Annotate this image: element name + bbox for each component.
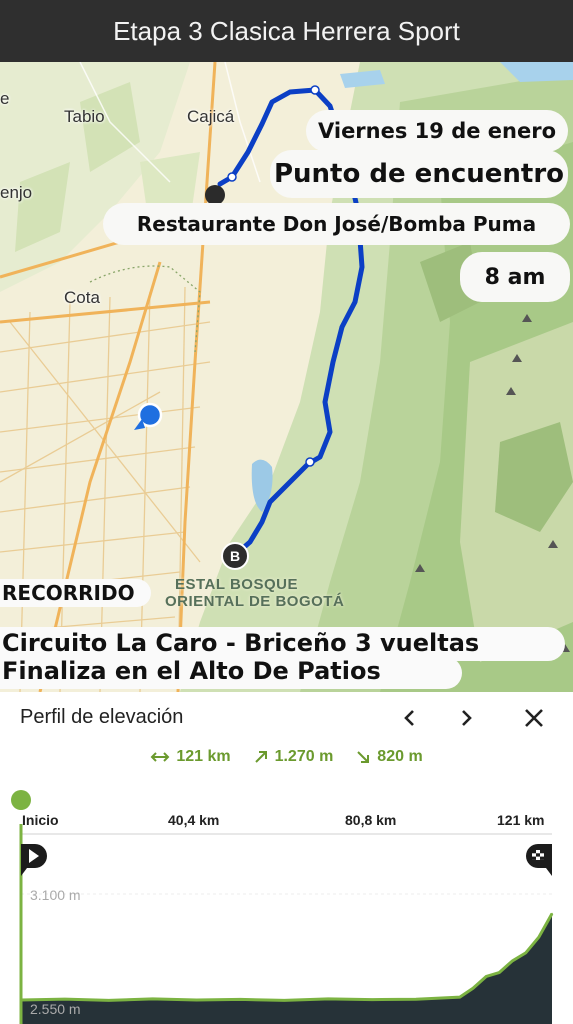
ascent-value: 1.270 m xyxy=(274,748,334,765)
elevation-point xyxy=(524,952,527,954)
elevation-point xyxy=(371,998,373,1001)
chevron-right-icon xyxy=(462,710,472,726)
route-end-label: B xyxy=(229,548,241,564)
meeting-title: Punto de encuentro xyxy=(273,159,565,189)
ascent-icon xyxy=(254,751,267,763)
meeting-title-pill: Punto de encuentro xyxy=(270,150,568,198)
descent-value: 820 m xyxy=(377,748,423,765)
map-label-tabio: Tabio xyxy=(64,107,105,126)
elevation-panel: Perfil de elevación 121 km 1.270 m 820 m… xyxy=(0,692,573,1024)
elevation-line xyxy=(20,912,554,1002)
elevation-point xyxy=(459,996,461,998)
elevation-point xyxy=(327,998,330,1000)
y-axis-top-label: 3.100 m xyxy=(30,887,81,903)
close-button[interactable] xyxy=(516,700,552,736)
top-bar: Etapa 3 Clasica Herrera Sport xyxy=(0,0,573,62)
next-button[interactable] xyxy=(448,700,484,736)
forest-label-line-2: ORIENTAL DE BOGOTÁ xyxy=(165,593,345,610)
forest-label-line-1: ESTAL BOSQUE xyxy=(175,576,298,593)
descent-icon xyxy=(357,751,370,763)
map-label-forest: ESTAL BOSQUE ORIENTAL DE BOGOTÁ xyxy=(165,576,344,610)
elevation-area xyxy=(21,913,552,1024)
route-description-1: Circuito La Caro - Briceño 3 vueltas xyxy=(2,629,480,657)
finish-flag-icon xyxy=(526,844,552,876)
map-label-subachoque: enjo xyxy=(0,183,33,202)
route-caption-line-2: Finaliza en el Alto De Patios xyxy=(0,657,462,689)
meeting-place-pill: Restaurante Don José/Bomba Puma xyxy=(103,203,570,245)
event-date: Viernes 19 de enero xyxy=(317,119,557,143)
meeting-time: 8 am xyxy=(484,264,546,290)
route-caption-line-1: Circuito La Caro - Briceño 3 vueltas xyxy=(0,627,565,661)
elevation-stats: 121 km 1.270 m 820 m xyxy=(0,748,573,766)
page-title: Etapa 3 Clasica Herrera Sport xyxy=(113,15,460,46)
previous-button[interactable] xyxy=(392,700,428,736)
time-pill: 8 am xyxy=(460,252,570,302)
elevation-point xyxy=(239,998,242,1001)
route-tag-label: RECORRIDO xyxy=(2,581,135,605)
meeting-place: Restaurante Don José/Bomba Puma xyxy=(136,212,537,236)
map-view[interactable]: e Tabio Cajicá enjo Cota B ESTAL BOSQUE … xyxy=(0,62,573,692)
distance-value: 121 km xyxy=(176,748,231,765)
elevation-point xyxy=(108,999,110,1002)
elevation-point xyxy=(538,936,540,938)
distance-icon xyxy=(150,752,170,762)
close-icon xyxy=(525,709,543,727)
elevation-point xyxy=(64,998,66,1000)
route-end-marker[interactable]: B xyxy=(221,542,249,570)
elevation-point xyxy=(485,975,488,978)
descent-stat: 820 m xyxy=(355,748,423,766)
elevation-point xyxy=(151,998,154,1000)
elevation-point xyxy=(195,999,198,1001)
chevron-left-icon xyxy=(404,710,414,726)
route-description-2: Finaliza en el Alto De Patios xyxy=(2,657,381,685)
elevation-point xyxy=(415,998,417,1001)
route-tag: RECORRIDO xyxy=(0,579,151,607)
elevation-chart[interactable] xyxy=(0,824,573,1024)
map-label-cota: Cota xyxy=(64,288,100,307)
position-slider-handle[interactable] xyxy=(11,790,31,810)
ascent-stat: 1.270 m xyxy=(253,748,334,766)
event-date-pill: Viernes 19 de enero xyxy=(306,110,568,152)
y-axis-bottom-label: 2.550 m xyxy=(30,1001,81,1017)
elevation-point xyxy=(551,912,553,915)
start-flag-icon xyxy=(21,844,47,876)
distance-stat: 121 km xyxy=(150,748,231,766)
elevation-title: Perfil de elevación xyxy=(20,706,184,728)
map-label-partial: e xyxy=(0,89,10,108)
elevation-point xyxy=(498,971,501,974)
map-label-cajica: Cajicá xyxy=(187,107,235,126)
elevation-point xyxy=(283,999,286,1002)
elevation-point xyxy=(511,960,514,962)
elevation-point xyxy=(472,987,474,990)
